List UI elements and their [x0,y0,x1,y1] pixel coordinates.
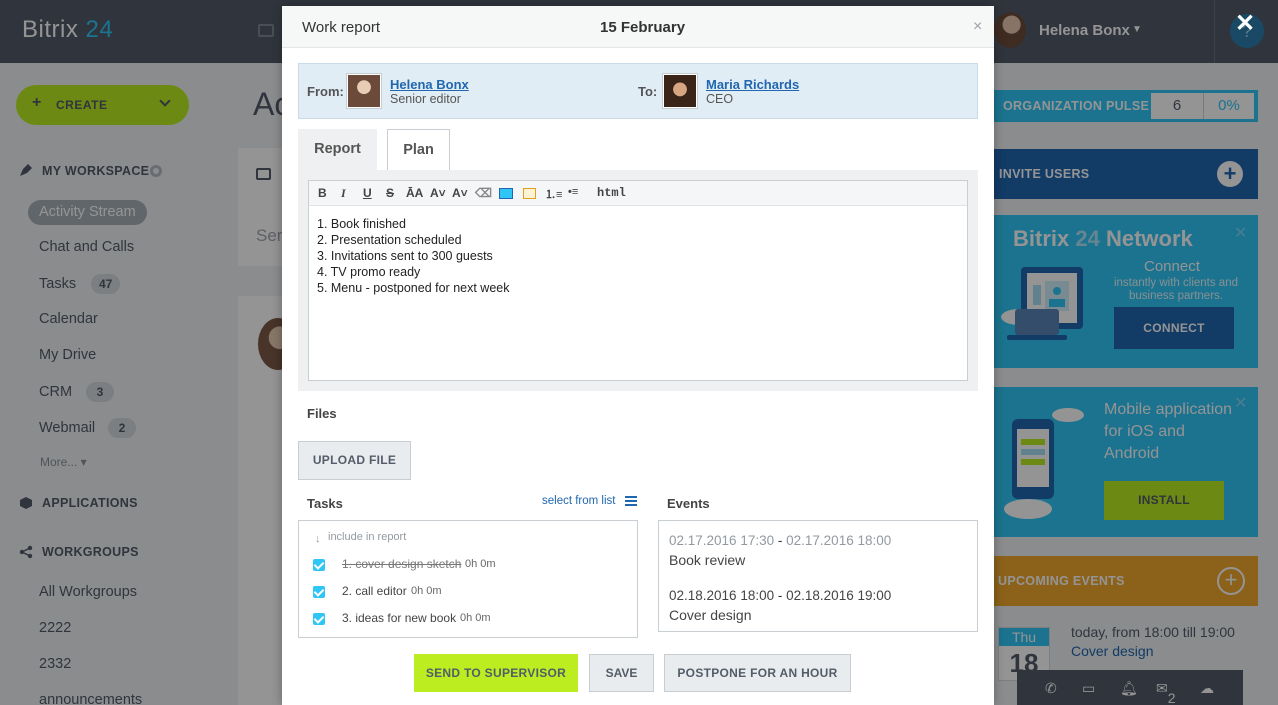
from-avatar[interactable] [346,73,382,109]
editor-line: 1. Book finished [317,217,406,231]
close-icon[interactable]: × [973,18,982,36]
events-list: 02.17.2016 17:30 - 02.17.2016 18:00 Book… [658,520,978,632]
task-time: 0h 0m [411,585,442,597]
close-icon[interactable]: ✕ [1235,9,1255,38]
dialog-header: Work report 15 February × [282,6,994,48]
task-title[interactable]: 3. ideas for new book [342,611,456,625]
tab-plan[interactable]: Plan [387,129,450,171]
select-from-list-link[interactable]: select from list [542,495,616,507]
font-color-icon[interactable]: A˅ [452,186,468,200]
include-in-report-label: include in report [328,531,407,543]
from-to-panel: From: Helena Bonx Senior editor To: Mari… [298,63,978,119]
upload-file-button[interactable]: UPLOAD FILE [298,441,411,480]
from-role: Senior editor [390,92,461,106]
to-label: To: [638,84,658,99]
postpone-button[interactable]: POSTPONE FOR AN HOUR [664,654,851,692]
events-heading: Events [667,496,710,511]
task-title[interactable]: 1. cover design sketch [342,557,461,571]
bold-icon[interactable]: B [318,186,327,200]
font-size-icon[interactable]: A˅ [430,186,446,200]
task-checkbox[interactable] [313,559,325,571]
tasks-heading: Tasks [307,496,343,511]
plan-editor[interactable]: B I U S ĀA A˅ A˅ ⌫ ⒈≡ •≡ html 1. Book fi… [308,180,968,381]
editor-toolbar: B I U S ĀA A˅ A˅ ⌫ ⒈≡ •≡ html [309,181,967,206]
to-avatar[interactable] [662,73,698,109]
task-title[interactable]: 2. call editor [342,584,407,598]
underline-icon[interactable]: U [363,186,372,200]
editor-line: 3. Invitations sent to 300 guests [317,249,493,263]
task-time: 0h 0m [465,558,496,570]
files-label: Files [307,406,337,421]
italic-icon[interactable]: I [341,186,346,201]
to-role: CEO [706,92,734,106]
work-report-dialog: Work report 15 February × From: Helena B… [282,6,994,705]
html-mode-button[interactable]: html [597,186,626,200]
numbered-list-icon[interactable]: ⒈≡ [545,186,562,202]
from-name-link[interactable]: Helena Bonx [390,77,469,92]
task-checkbox[interactable] [313,586,325,598]
task-time: 0h 0m [460,612,491,624]
to-name-link[interactable]: Maria Richards [706,77,799,92]
editor-content[interactable]: 1. Book finished 2. Presentation schedul… [317,216,509,296]
event-time-range: 02.17.2016 17:30 - 02.17.2016 18:00 [669,533,892,548]
bulleted-list-icon[interactable]: •≡ [568,186,578,198]
strikethrough-icon[interactable]: S [386,186,394,200]
editor-container: B I U S ĀA A˅ A˅ ⌫ ⒈≡ •≡ html 1. Book fi… [298,170,978,391]
tasks-list: ↓ include in report 1. cover design sket… [298,520,638,638]
editor-line: 4. TV promo ready [317,265,421,279]
from-label: From: [307,84,344,99]
list-icon[interactable] [625,496,637,506]
arrow-down-icon: ↓ [315,533,321,545]
send-to-supervisor-button[interactable]: SEND TO SUPERVISOR [414,654,578,692]
save-button[interactable]: SAVE [589,654,654,692]
image-icon[interactable] [499,188,513,199]
task-checkbox[interactable] [313,613,325,625]
tab-report[interactable]: Report [298,129,377,170]
table-icon[interactable] [523,188,536,199]
font-family-icon[interactable]: ĀA [406,186,423,200]
eraser-icon[interactable]: ⌫ [475,186,492,200]
editor-line: 5. Menu - postponed for next week [317,281,510,295]
editor-line: 2. Presentation scheduled [317,233,462,247]
dialog-date: 15 February [600,19,686,36]
event-name[interactable]: Book review [669,552,745,568]
event-time-range: 02.18.2016 18:00 - 02.18.2016 19:00 [669,588,892,603]
event-name[interactable]: Cover design [669,607,752,623]
dialog-title: Work report [302,19,381,36]
